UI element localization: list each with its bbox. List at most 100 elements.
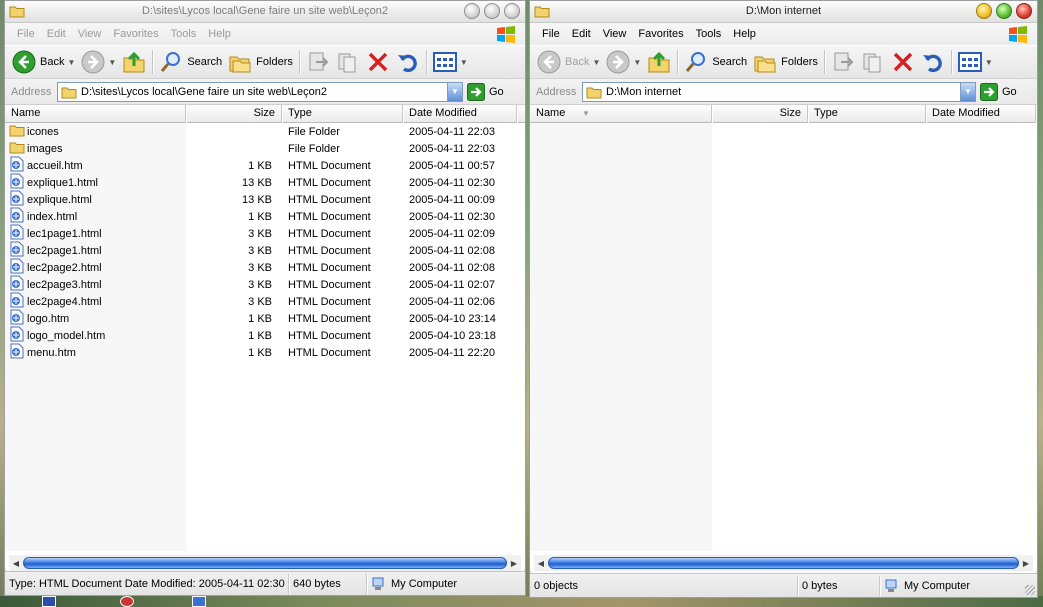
column-name[interactable]: Name (5, 105, 186, 123)
file-row[interactable]: lec2page3.html 3 KB HTML Document 2005-04-1… (5, 275, 525, 293)
move-to-button[interactable] (303, 48, 333, 76)
move-to-button[interactable] (828, 48, 858, 76)
chevron-down-icon[interactable]: ▼ (633, 58, 641, 67)
title-bar[interactable]: D:\Mon internet (530, 1, 1037, 23)
file-type: HTML Document (288, 346, 371, 359)
column-name[interactable]: Name ▼ (530, 105, 712, 123)
menu-file[interactable]: File (11, 28, 41, 40)
copy-to-button[interactable] (858, 48, 888, 76)
toolbar: Back ▼ ▼ Search Folders ▼ (530, 45, 1037, 79)
back-button[interactable]: Back ▼ (9, 48, 78, 76)
go-label: Go (489, 85, 504, 98)
views-button[interactable]: ▼ (955, 48, 996, 76)
copy-to-button[interactable] (333, 48, 363, 76)
scroll-thumb[interactable] (23, 557, 507, 569)
explorer-window-mon-internet[interactable]: D:\Mon internet File Edit View Favorites… (529, 0, 1038, 598)
address-dropdown-button[interactable]: ▼ (960, 82, 975, 101)
column-date-modified[interactable]: Date Modified (926, 105, 1036, 123)
file-row[interactable]: lec2page1.html 3 KB HTML Document 2005-04-1… (5, 241, 525, 259)
maximize-button[interactable] (484, 3, 500, 19)
back-button[interactable]: Back ▼ (534, 48, 603, 76)
minimize-button[interactable] (464, 3, 480, 19)
minimize-button[interactable] (976, 3, 992, 19)
go-button[interactable]: Go (980, 82, 1017, 101)
menu-favorites[interactable]: Favorites (632, 28, 689, 40)
file-row[interactable]: images File Folder 2005-04-11 22:03 (5, 140, 525, 157)
column-date-modified[interactable]: Date Modified (403, 105, 517, 123)
menu-edit[interactable]: Edit (566, 28, 597, 40)
go-button[interactable]: Go (467, 82, 504, 101)
file-row[interactable]: accueil.htm 1 KB HTML Document 2005-04-11 0… (5, 156, 525, 174)
file-row[interactable]: logo_model.htm 1 KB HTML Document 2005-04-1… (5, 326, 525, 344)
column-type[interactable]: Type (808, 105, 926, 123)
back-label: Back (565, 56, 590, 68)
word-document-desktop-icon[interactable] (42, 596, 56, 607)
file-size: 3 KB (248, 227, 272, 240)
scroll-thumb[interactable] (548, 557, 1019, 569)
file-row[interactable]: lec1page1.html 3 KB HTML Document 2005-04-1… (5, 224, 525, 242)
file-list[interactable]: Name Size Type Date Modified icones File … (5, 105, 525, 571)
close-button[interactable] (1016, 3, 1032, 19)
forward-button[interactable]: ▼ (603, 48, 644, 76)
address-dropdown-button[interactable]: ▼ (447, 82, 462, 101)
search-button[interactable]: Search (156, 48, 225, 76)
menu-help[interactable]: Help (727, 28, 762, 40)
search-button[interactable]: Search (681, 48, 750, 76)
up-folder-button[interactable] (644, 48, 674, 76)
forward-button[interactable]: ▼ (78, 48, 119, 76)
chevron-down-icon[interactable]: ▼ (108, 58, 116, 67)
column-size[interactable]: Size (712, 105, 808, 123)
column-size[interactable]: Size (186, 105, 282, 123)
horizontal-scrollbar[interactable]: ◀ ▶ (534, 555, 1033, 571)
menu-edit[interactable]: Edit (41, 28, 72, 40)
scroll-right-arrow-icon[interactable]: ▶ (1019, 559, 1033, 568)
scroll-right-arrow-icon[interactable]: ▶ (507, 559, 521, 568)
resize-grip[interactable] (1025, 585, 1035, 595)
menu-favorites[interactable]: Favorites (107, 28, 164, 40)
up-folder-button[interactable] (119, 48, 149, 76)
menu-view[interactable]: View (597, 28, 633, 40)
folders-button[interactable]: Folders (225, 48, 296, 76)
file-row[interactable]: icones File Folder 2005-04-11 22:03 (5, 123, 525, 140)
chevron-down-icon[interactable]: ▼ (592, 58, 600, 67)
menu-tools[interactable]: Tools (165, 28, 203, 40)
maximize-button[interactable] (996, 3, 1012, 19)
explorer-window-lecon2[interactable]: D:\sites\Lycos local\Gene faire un site … (4, 0, 526, 596)
browser-desktop-icon[interactable] (120, 596, 134, 607)
menu-file[interactable]: File (536, 28, 566, 40)
file-row[interactable]: lec2page2.html 3 KB HTML Document 2005-04-1… (5, 258, 525, 276)
back-label: Back (40, 56, 65, 68)
scroll-left-arrow-icon[interactable]: ◀ (534, 559, 548, 568)
file-row[interactable]: explique1.html 13 KB HTML Document 2005-04-… (5, 173, 525, 191)
delete-button[interactable] (363, 48, 393, 76)
views-button[interactable]: ▼ (430, 48, 471, 76)
horizontal-scrollbar[interactable]: ◀ ▶ (9, 555, 521, 571)
chevron-down-icon[interactable]: ▼ (985, 58, 993, 67)
chevron-down-icon[interactable]: ▼ (460, 58, 468, 67)
file-row[interactable]: lec2page4.html 3 KB HTML Document 2005-04-1… (5, 292, 525, 310)
folder-icon (9, 140, 25, 157)
undo-button[interactable] (918, 48, 948, 76)
folder-icon (586, 87, 602, 98)
file-row[interactable]: logo.htm 1 KB HTML Document 2005-04-10 23:1… (5, 309, 525, 327)
title-bar[interactable]: D:\sites\Lycos local\Gene faire un site … (5, 1, 525, 23)
file-date-modified: 2005-04-11 02:30 (409, 176, 496, 189)
address-field[interactable]: D:\Mon internet ▼ (582, 81, 976, 102)
scroll-left-arrow-icon[interactable]: ◀ (9, 559, 23, 568)
folders-button[interactable]: Folders (750, 48, 821, 76)
menu-view[interactable]: View (72, 28, 108, 40)
delete-button[interactable] (888, 48, 918, 76)
close-button[interactable] (504, 3, 520, 19)
column-type[interactable]: Type (282, 105, 403, 123)
chevron-down-icon[interactable]: ▼ (67, 58, 75, 67)
file-row[interactable]: explique.html 13 KB HTML Document 2005-04-1… (5, 190, 525, 208)
file-row[interactable]: menu.htm 1 KB HTML Document 2005-04-11 22:2… (5, 343, 525, 361)
file-row[interactable]: index.html 1 KB HTML Document 2005-04-11 02… (5, 207, 525, 225)
menu-help[interactable]: Help (202, 28, 237, 40)
undo-button[interactable] (393, 48, 423, 76)
file-name: icones (27, 125, 59, 138)
menu-tools[interactable]: Tools (690, 28, 728, 40)
html-file-desktop-icon[interactable] (192, 596, 206, 607)
address-field[interactable]: D:\sites\Lycos local\Gene faire un site … (57, 81, 463, 102)
file-list[interactable]: Name ▼ Size Type Date Modified ◀ ▶ (530, 105, 1037, 571)
